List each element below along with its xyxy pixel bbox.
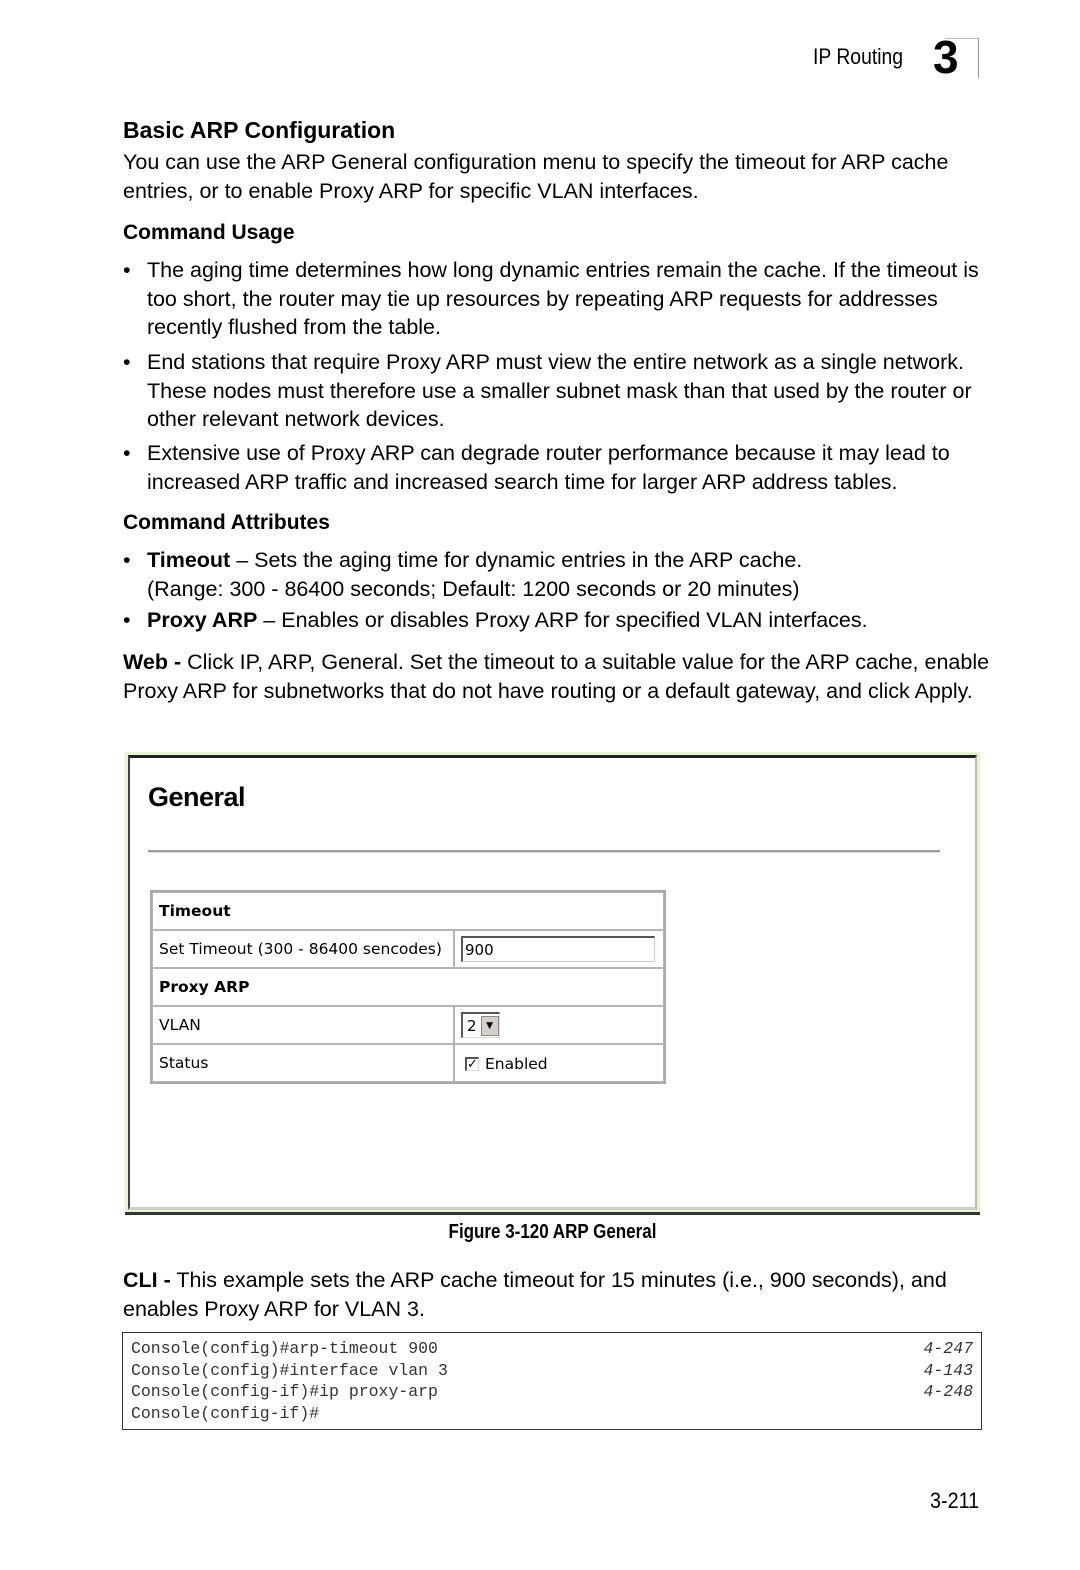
figure-bottom-border [125,1212,980,1215]
figure-caption: Figure 3-120 ARP General [448,1221,657,1243]
code-reference: 4-247 [923,1339,973,1358]
figure-page-title: General [148,782,246,812]
code-line: Console(config-if)#ip proxy-arp 4-248 [131,1381,973,1403]
timeout-section-header: Timeout [152,892,664,930]
command-usage-heading: Command Usage [123,221,295,244]
code-line: Console(config-if)# [131,1403,973,1425]
proxy-arp-section-header: Proxy ARP [152,968,664,1006]
status-checkbox-label: Enabled [485,1054,548,1073]
vlan-selected-value: 2 [467,1016,477,1035]
web-label: Web - [123,650,182,674]
code-reference: 4-248 [923,1382,973,1402]
attribute-desc: – Sets the aging time for dynamic entrie… [230,548,803,572]
page-title: Basic ARP Configuration [123,117,396,143]
page-number: 3-211 [930,1488,980,1513]
vlan-select[interactable]: 2 ▼ [461,1012,500,1038]
section-title: IP Routing [813,44,904,69]
attribute-desc: – Enables or disables Proxy ARP for spec… [257,608,868,632]
status-label: Status [152,1044,454,1082]
attribute-term: Proxy ARP [147,608,258,632]
code-reference: 4-143 [923,1360,973,1380]
attribute-term: Timeout [147,548,231,572]
code-line: Console(config)#interface vlan 3 4-143 [131,1360,973,1382]
command-attributes-heading: Command Attributes [123,511,330,534]
code-command: Console(config)#interface vlan 3 [131,1360,448,1380]
attribute-range: (Range: 300 - 86400 seconds; Default: 12… [147,576,800,601]
chapter-number: 3 [933,31,959,83]
web-text: Click IP, ARP, General. Set the timeout … [123,650,990,703]
code-command: Console(config)#arp-timeout 900 [131,1339,438,1358]
checkmark-icon[interactable]: ✓ [465,1056,479,1071]
chapter-rule [978,38,979,78]
code-command: Console(config-if)# [131,1404,320,1424]
vlan-label: VLAN [152,1006,454,1044]
figure-frame: General Timeout Set Timeout (300 - 86400… [128,755,977,1210]
set-timeout-label: Set Timeout (300 - 86400 sencodes) [152,930,454,968]
timeout-input[interactable] [461,936,655,962]
cli-instructions: CLI - This example sets the ARP cache ti… [123,1266,993,1323]
title-divider [148,850,940,853]
status-checkbox[interactable]: ✓ Enabled [465,1055,548,1073]
chevron-down-icon[interactable]: ▼ [480,1015,499,1036]
arp-settings-table: Timeout Set Timeout (300 - 86400 sencode… [150,890,666,1084]
code-command: Console(config-if)#ip proxy-arp [131,1382,438,1402]
cli-code-block: Console(config)#arp-timeout 900 4-247 Con… [122,1332,982,1430]
cli-text: This example sets the ARP cache timeout … [123,1268,947,1321]
intro-paragraph: You can use the ARP General configuratio… [123,150,949,203]
arp-general-figure: General Timeout Set Timeout (300 - 86400… [125,752,980,1215]
code-line: Console(config)#arp-timeout 900 4-247 [131,1338,973,1360]
cli-label: CLI - [123,1268,171,1292]
web-instructions: Web - Click IP, ARP, General. Set the ti… [123,648,993,705]
